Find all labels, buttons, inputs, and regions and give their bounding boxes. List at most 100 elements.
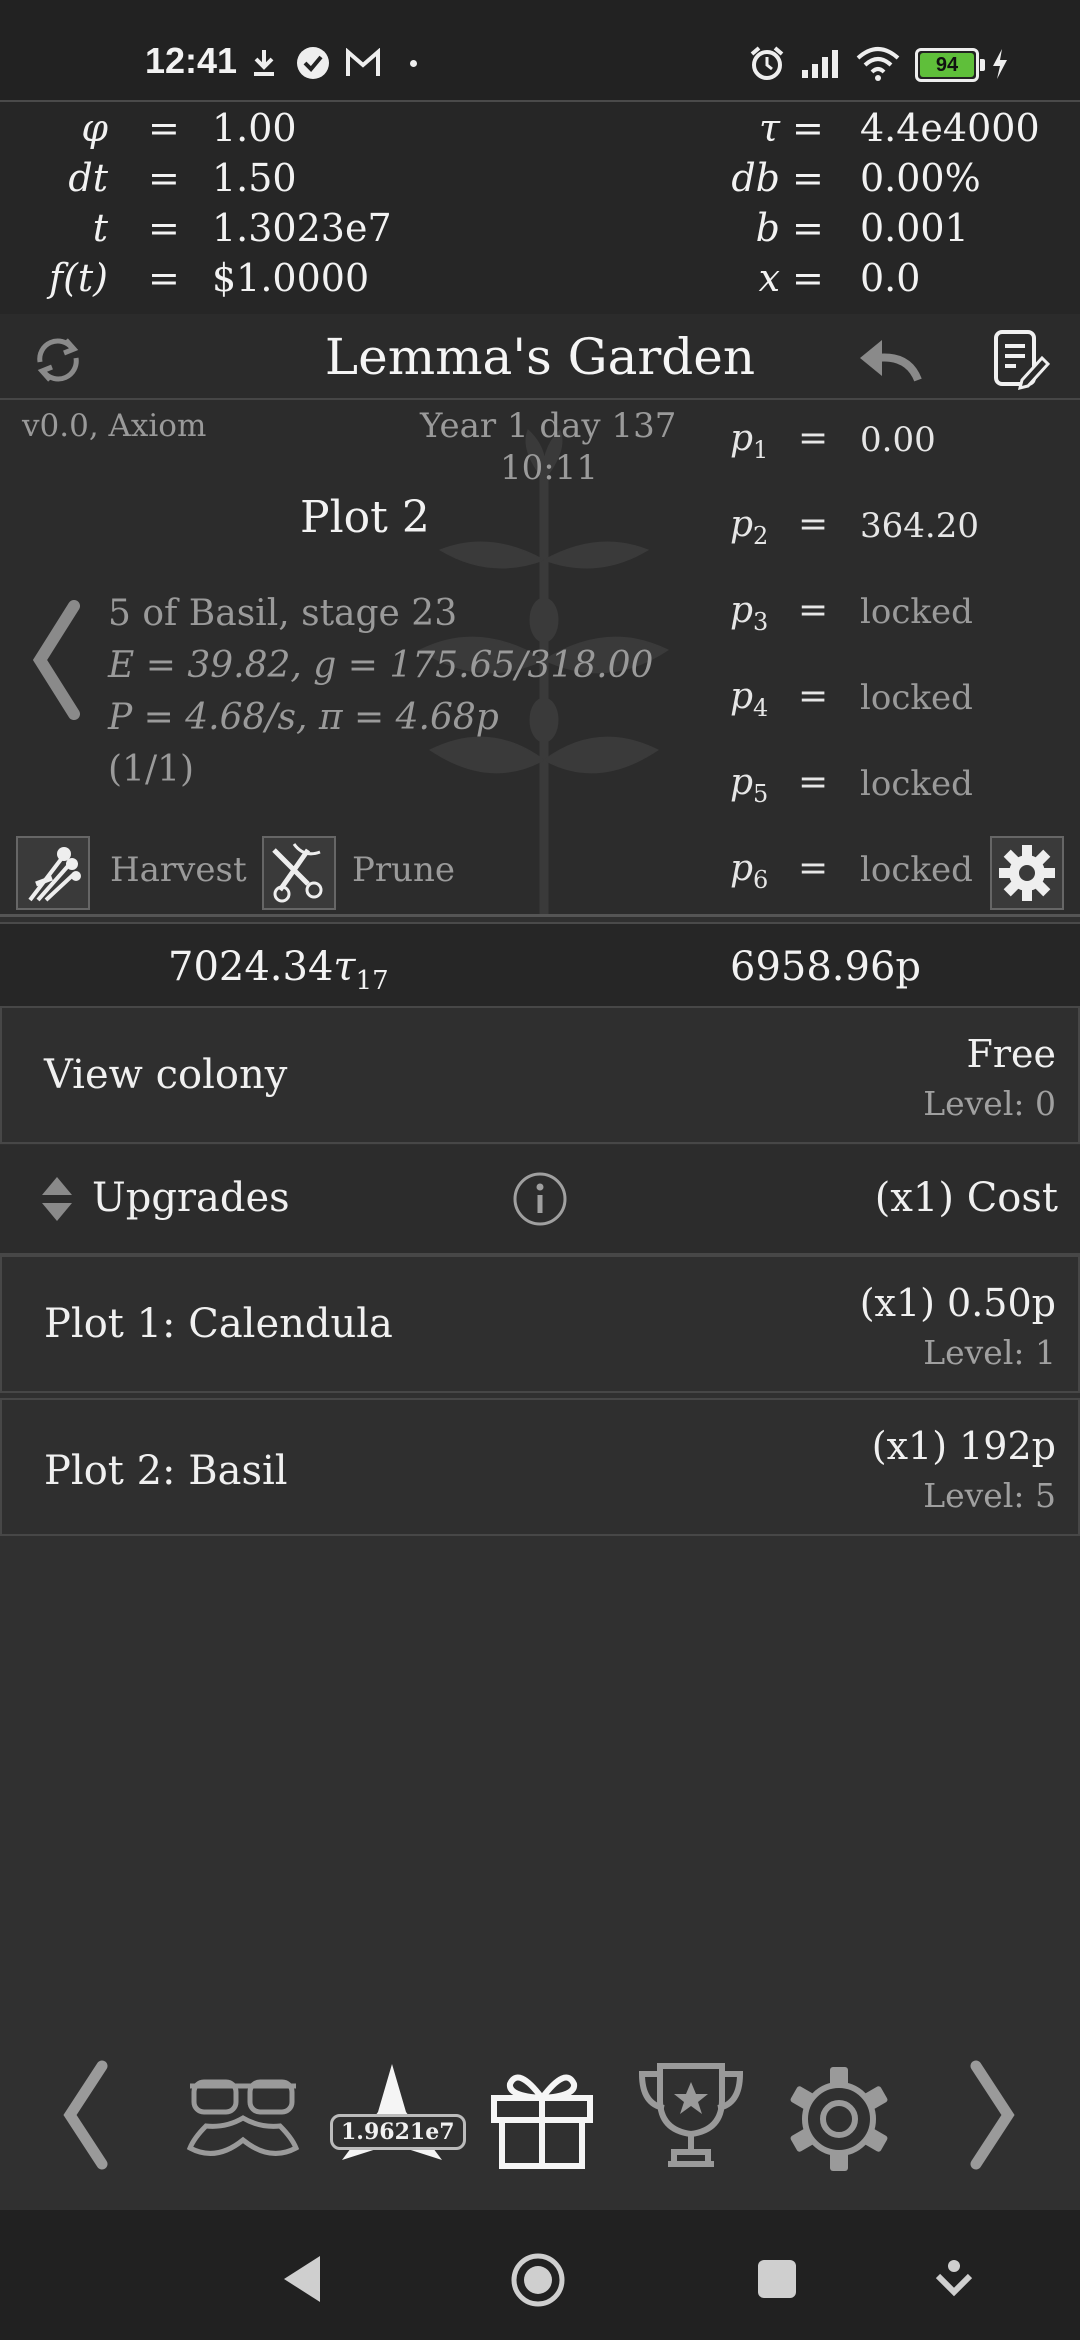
prev-arrow-icon[interactable] [60, 2060, 110, 2170]
param-p2-value: 364.20 [860, 506, 979, 546]
right-equations: τ = 4.4e4000 db = 0.00% b = 0.001 x = 0.… [540, 102, 1080, 314]
eq-phi-value: 1.00 [212, 106, 297, 150]
param-equals: = [798, 418, 829, 459]
param-p6-value: locked [860, 850, 973, 890]
eq-equals: = [148, 106, 180, 150]
plant-count-line: (1/1) [108, 749, 195, 790]
upgrade-item-plot-1[interactable]: Plot 1: Calendula (x1) 0.50p Level: 1 [0, 1255, 1080, 1393]
eq-phi-label: φ [81, 106, 108, 150]
star-badge: 1.9621e7 [330, 2114, 466, 2150]
colony-level: Level: 0 [923, 1084, 1056, 1123]
eq-equals: = [792, 256, 824, 300]
upgrade-cost: (x1) 192p [871, 1424, 1056, 1468]
keyboard-hide-icon[interactable] [934, 2258, 974, 2298]
download-icon [254, 50, 274, 76]
notes-edit-icon[interactable] [992, 328, 1050, 392]
params-list: p1 = 0.00 p2 = 364.20 p3 = locked p4 = l… [720, 418, 1060, 898]
param-equals: = [798, 676, 829, 717]
eq-x-value: 0.0 [860, 256, 921, 300]
eq-tau-label: τ [758, 106, 780, 150]
param-p3-value: locked [860, 592, 973, 632]
garden-panel: v0.0, Axiom Year 1 day 137 10:11 Plot 2 … [0, 400, 1080, 917]
param-p4-value: locked [860, 678, 973, 718]
eq-t-value: 1.3023e7 [212, 206, 392, 250]
title-bar: Lemma's Garden [0, 314, 1080, 400]
charging-icon [993, 49, 1007, 79]
p-total: 6958.96p [730, 944, 922, 990]
equation-panel: φ = 1.00 dt = 1.50 t = 1.3023e7 f(t) = $… [0, 100, 1080, 316]
upgrade-level: Level: 5 [923, 1476, 1056, 1515]
param-row: p2 [730, 504, 769, 551]
recents-nav-icon[interactable] [756, 2258, 798, 2300]
battery-icon: 94 [915, 48, 985, 82]
gift-icon[interactable] [488, 2066, 596, 2170]
next-arrow-icon[interactable] [968, 2060, 1018, 2170]
eq-dt-label: dt [68, 156, 108, 200]
eq-b-label: b [755, 206, 780, 250]
colony-cost: Free [966, 1032, 1056, 1076]
param-row: p4 [730, 676, 769, 723]
plant-energy-line: E = 39.82, g = 175.65/318.00 [108, 645, 654, 686]
undo-icon[interactable] [856, 336, 922, 386]
eq-x-label: x [758, 256, 780, 300]
signal-icon [802, 50, 838, 78]
currency-totals: 7024.34τ17 6958.96p [0, 922, 1080, 1008]
home-nav-icon[interactable] [510, 2252, 566, 2308]
param-p1-value: 0.00 [860, 420, 936, 460]
param-row: p6 [730, 848, 769, 895]
battery-level: 94 [920, 53, 974, 77]
sort-arrows-icon[interactable] [40, 1175, 74, 1223]
upgrade-name: Plot 1: Calendula [44, 1301, 393, 1347]
status-time: 12:41 [145, 40, 238, 81]
info-icon[interactable] [512, 1171, 568, 1227]
bottom-tab-bar: 1.9621e7 [0, 2020, 1080, 2230]
disguise-glasses-icon[interactable] [186, 2068, 300, 2164]
eq-ft-value: $1.0000 [212, 256, 370, 300]
param-row: p5 [730, 762, 769, 809]
eq-b-value: 0.001 [860, 206, 969, 250]
alarm-icon [750, 46, 784, 80]
prune-label[interactable]: Prune [352, 850, 455, 890]
trophy-icon[interactable] [636, 2060, 746, 2172]
eq-t-label: t [92, 206, 108, 250]
param-row: p3 [730, 590, 769, 637]
plot-settings-button[interactable] [990, 836, 1064, 910]
settings-gear-icon[interactable] [784, 2064, 894, 2174]
plant-stage-line: 5 of Basil, stage 23 [108, 593, 458, 634]
eq-dt-value: 1.50 [212, 156, 297, 200]
clock-label: 10:11 [500, 448, 598, 488]
eq-ft-label: f(t) [49, 256, 108, 300]
back-nav-icon[interactable] [280, 2254, 324, 2304]
date-label: Year 1 day 137 [420, 406, 677, 446]
param-equals: = [798, 762, 829, 803]
harvest-label[interactable]: Harvest [110, 850, 247, 890]
upgrade-name: Plot 2: Basil [44, 1448, 288, 1494]
eq-tau-value: 4.4e4000 [860, 106, 1040, 150]
harvest-button[interactable] [16, 836, 90, 910]
system-nav-bar [0, 2210, 1080, 2340]
eq-equals: = [792, 206, 824, 250]
dot-icon [410, 60, 417, 67]
param-p5-value: locked [860, 764, 973, 804]
param-equals: = [798, 590, 829, 631]
view-colony-card[interactable]: View colony Free Level: 0 [0, 1006, 1080, 1144]
eq-db-value: 0.00% [860, 156, 981, 200]
upgrades-header: Upgrades (x1) Cost [0, 1145, 1080, 1255]
gear-icon [999, 845, 1055, 901]
plant-info: 5 of Basil, stage 23 E = 39.82, g = 175.… [108, 588, 653, 796]
prune-shears-icon [272, 843, 323, 903]
upgrade-cost: (x1) 0.50p [859, 1281, 1056, 1325]
eq-equals: = [148, 156, 180, 200]
version-label: v0.0, Axiom [22, 408, 207, 444]
eq-equals: = [792, 156, 824, 200]
param-row: p1 [730, 418, 769, 465]
prev-plot-arrow-icon[interactable] [30, 600, 80, 720]
prune-button[interactable] [262, 836, 336, 910]
eq-equals: = [148, 206, 180, 250]
view-colony-label: View colony [44, 1052, 288, 1098]
eq-db-label: db [731, 156, 780, 200]
plot-title: Plot 2 [300, 492, 430, 543]
left-equations: φ = 1.00 dt = 1.50 t = 1.3023e7 f(t) = $… [0, 102, 540, 314]
param-equals: = [798, 848, 829, 889]
upgrade-item-plot-2[interactable]: Plot 2: Basil (x1) 192p Level: 5 [0, 1398, 1080, 1536]
